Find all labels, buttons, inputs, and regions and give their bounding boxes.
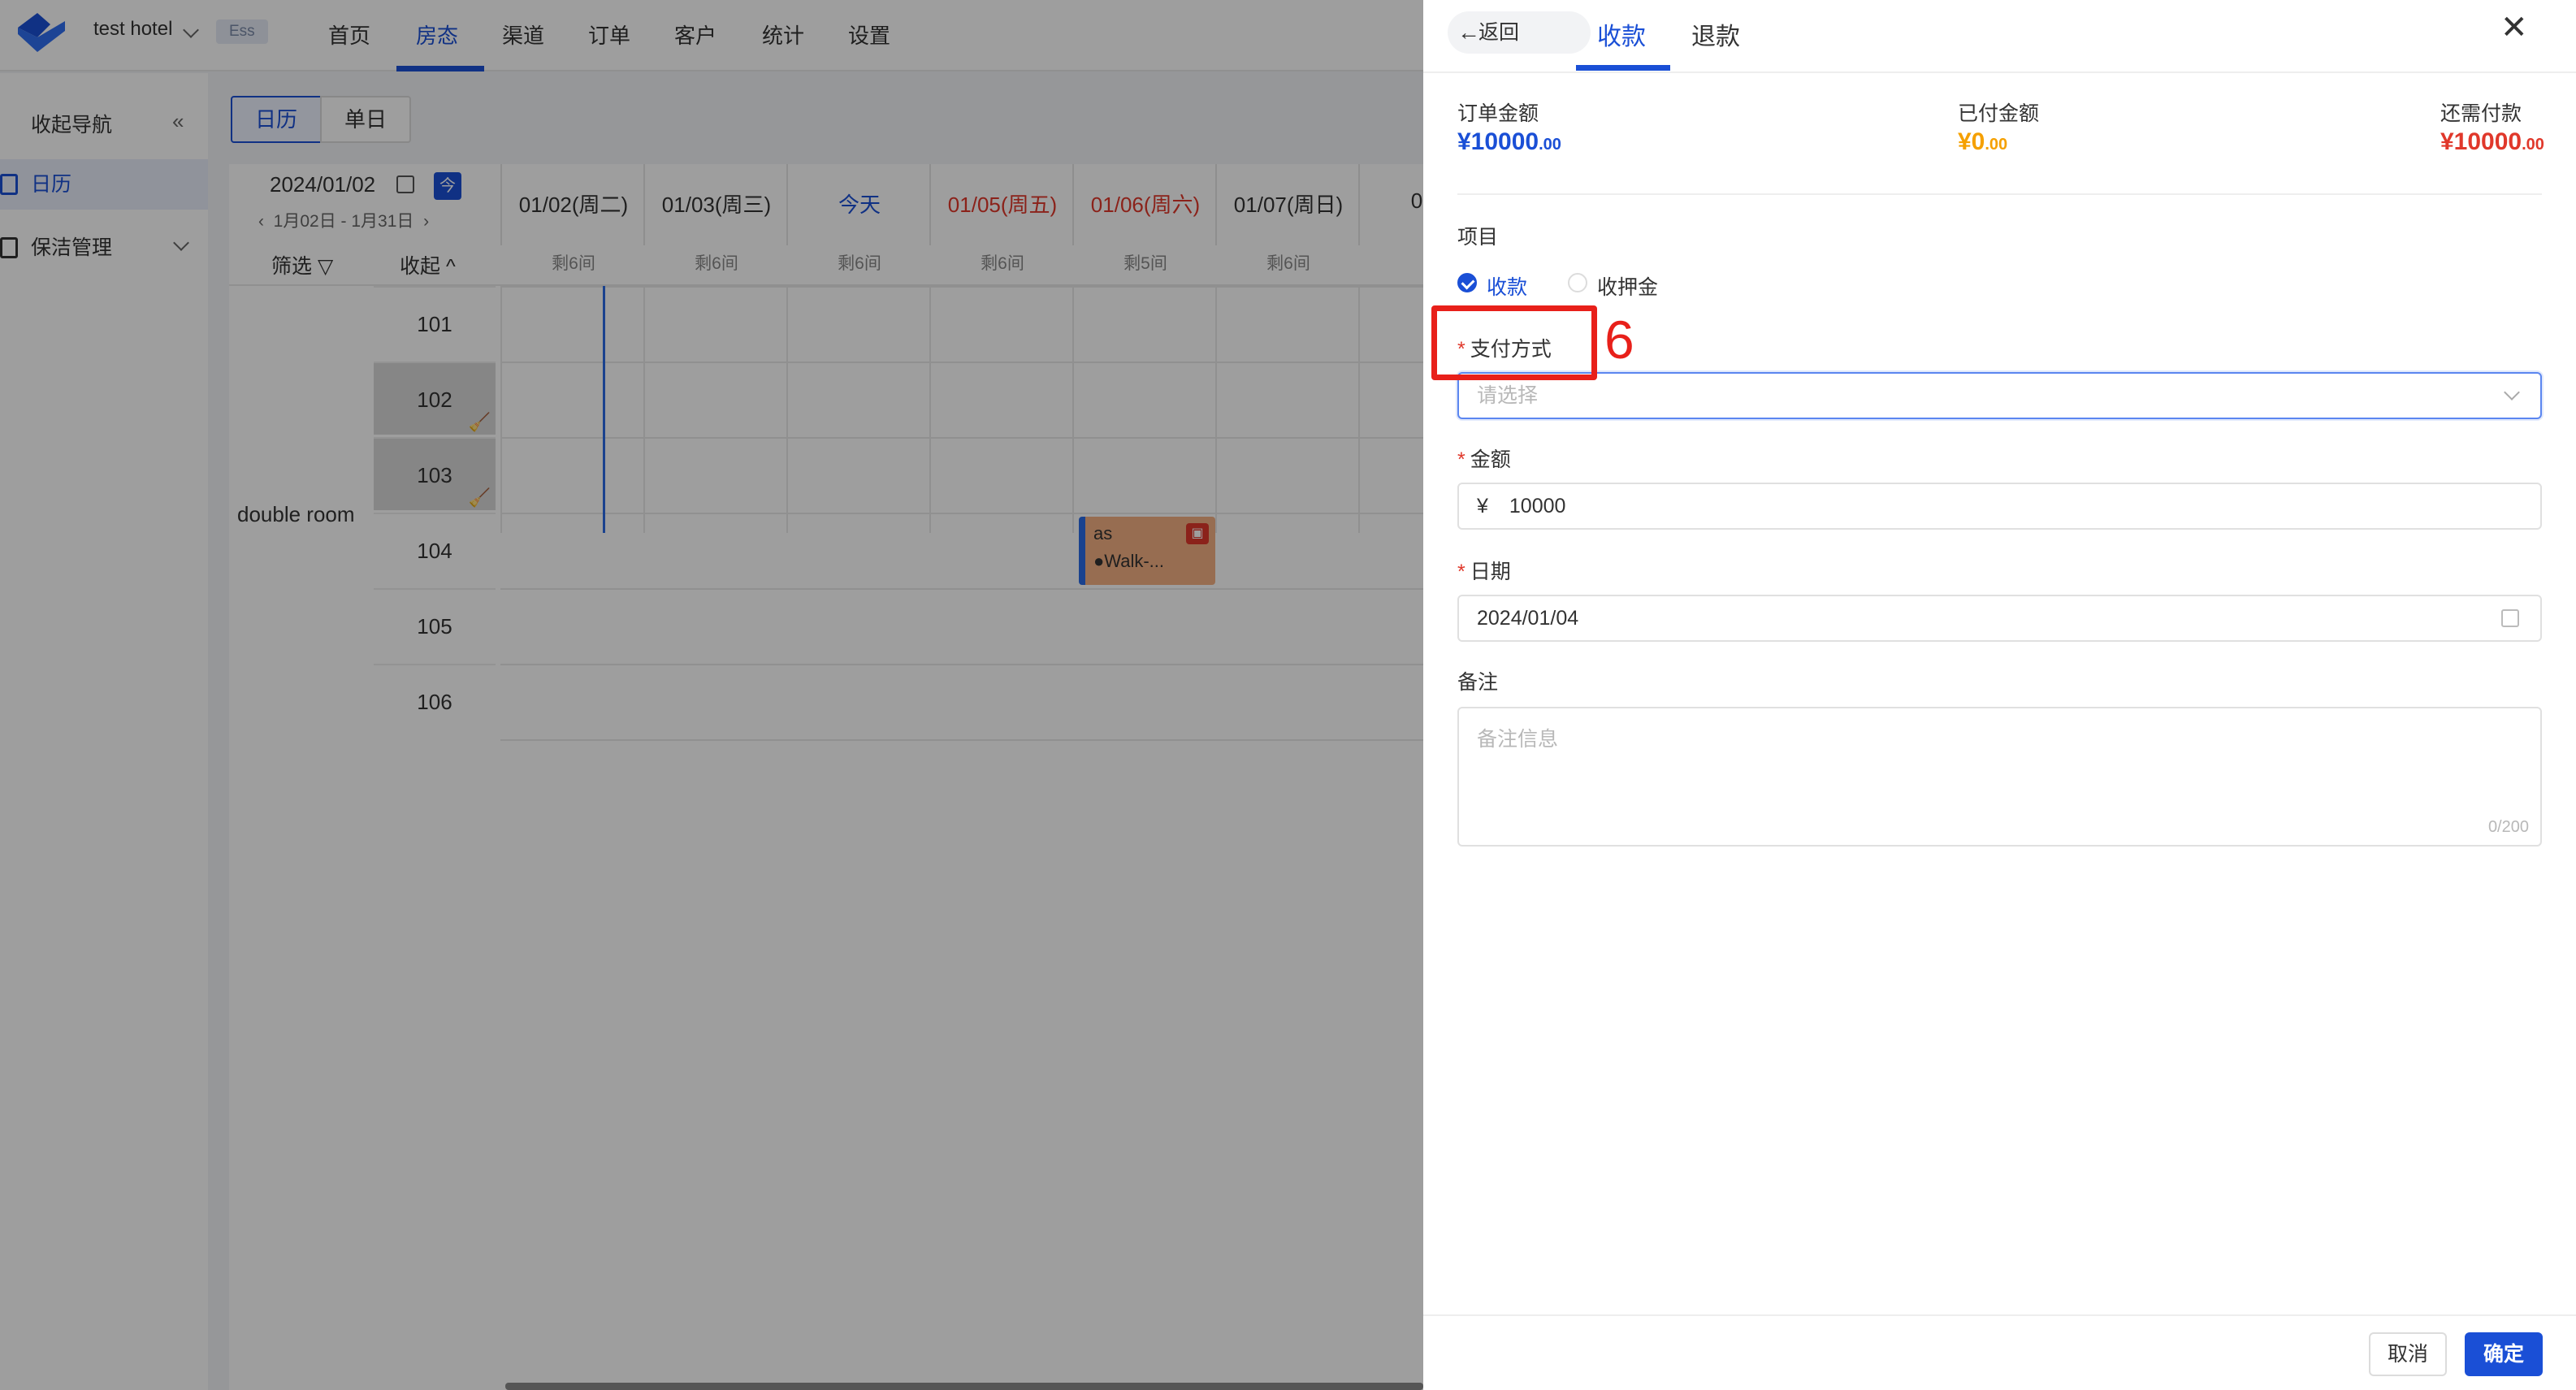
payment-drawer: ← 返回 收款 退款 ✕ 订单金额 ¥10000.00 已付金额 ¥0.00 还… — [1423, 0, 2576, 1390]
radio-label: 收款 — [1487, 276, 1528, 299]
horizontal-scrollbar[interactable] — [505, 1383, 1423, 1390]
modal-backdrop[interactable] — [0, 0, 1423, 1390]
divider — [1423, 71, 2576, 73]
tab-collect[interactable]: 收款 — [1597, 16, 1646, 52]
radio-unchecked-icon — [1568, 273, 1587, 292]
cancel-button[interactable]: 取消 — [2369, 1332, 2447, 1376]
date-value: 2024/01/04 — [1477, 607, 1579, 630]
select-placeholder: 请选择 — [1477, 384, 1539, 407]
close-icon[interactable]: ✕ — [2500, 11, 2528, 44]
back-label: 返回 — [1478, 21, 1520, 44]
item-label: 项目 — [1457, 226, 1499, 249]
amount-input[interactable]: ¥10000 — [1457, 483, 2542, 530]
remark-label: 备注 — [1457, 671, 1499, 694]
room-status-page: test hotel Ess 首页 房态 渠道 订单 客户 统计 设置 收起导航… — [0, 0, 1423, 1390]
radio-collect-payment[interactable]: 收款 — [1457, 271, 1527, 301]
tab-active-indicator — [1576, 65, 1670, 71]
amount-due-main: ¥10000 — [2440, 128, 2522, 155]
date-picker[interactable]: 2024/01/04 — [1457, 595, 2542, 642]
date-label: * 日期 — [1457, 561, 1511, 583]
paid-amount-label: 已付金额 — [1958, 102, 2040, 125]
divider — [1457, 193, 2542, 195]
amount-label-text: 金额 — [1470, 448, 1511, 471]
order-amount-value: ¥10000.00 — [1457, 128, 1561, 156]
annotation-step-number: 6 — [1604, 310, 1634, 370]
confirm-button[interactable]: 确定 — [2465, 1332, 2543, 1376]
arrow-left-icon: ← — [1457, 19, 1480, 45]
amount-due-label: 还需付款 — [2440, 102, 2522, 125]
radio-checked-icon — [1457, 273, 1477, 292]
calendar-icon — [2501, 609, 2519, 627]
char-counter: 0/200 — [2487, 818, 2529, 836]
amount-due-value: ¥10000.00 — [2440, 128, 2544, 156]
radio-collect-deposit[interactable]: 收押金 — [1568, 271, 1658, 301]
order-amount-main: ¥10000 — [1457, 128, 1539, 155]
amount-label: * 金额 — [1457, 448, 1511, 471]
amount-due-cents: .00 — [2522, 136, 2544, 154]
date-label-text: 日期 — [1470, 561, 1511, 583]
tab-refund[interactable]: 退款 — [1691, 16, 1740, 52]
remark-placeholder: 备注信息 — [1477, 728, 1559, 751]
remark-textarea[interactable]: 备注信息 0/200 — [1457, 707, 2542, 847]
paid-amount-cents: .00 — [1985, 136, 2008, 154]
order-amount-cents: .00 — [1539, 136, 1561, 154]
divider — [1423, 1314, 2576, 1316]
annotation-highlight-box — [1431, 305, 1597, 380]
radio-label: 收押金 — [1597, 276, 1659, 299]
back-button[interactable]: ← 返回 — [1448, 11, 1591, 54]
order-amount-label: 订单金额 — [1457, 102, 1539, 125]
paid-amount-main: ¥0 — [1958, 128, 1985, 155]
chevron-down-icon — [2504, 384, 2520, 401]
paid-amount-value: ¥0.00 — [1958, 128, 2007, 156]
payment-method-select[interactable]: 请选择 — [1457, 372, 2542, 419]
amount-value: 10000 — [1509, 495, 1566, 517]
currency-symbol: ¥ — [1477, 495, 1488, 517]
